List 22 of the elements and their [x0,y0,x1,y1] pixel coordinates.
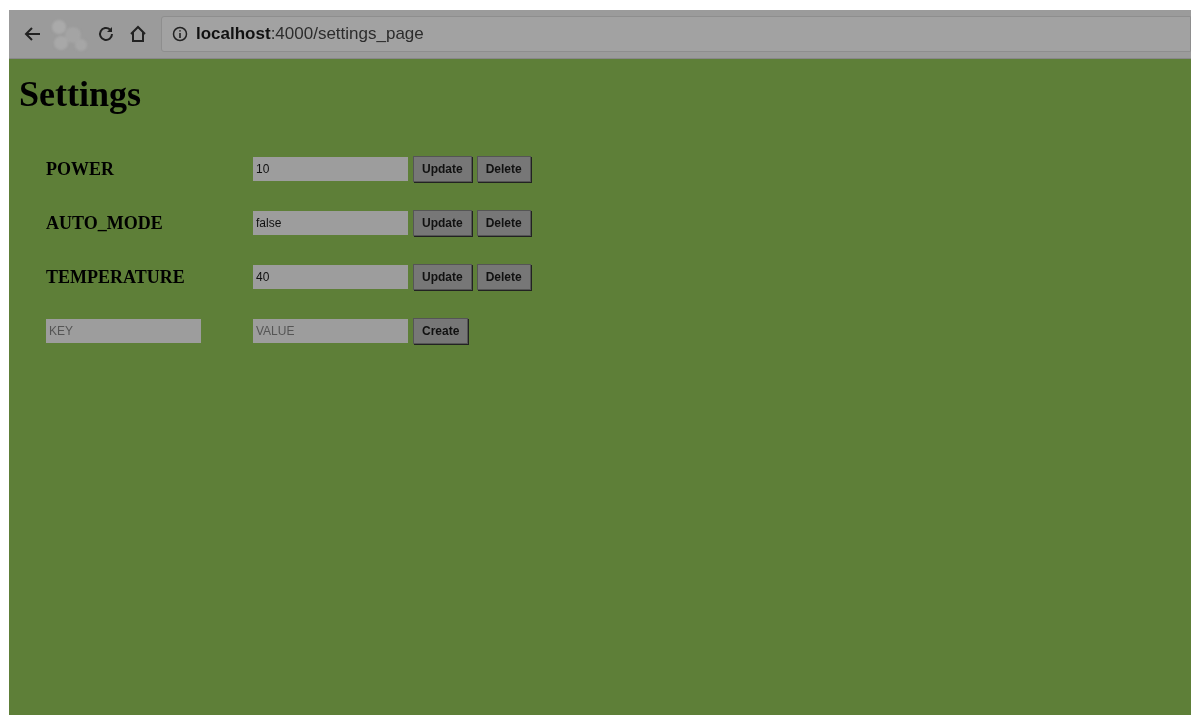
setting-key: AUTO_MODE [46,212,253,234]
update-button[interactable]: Update [413,264,472,290]
value-field[interactable]: 40 [253,265,408,289]
delete-button[interactable]: Delete [476,264,531,290]
update-button[interactable]: Update [413,156,472,182]
value-field[interactable]: VALUE [253,319,408,343]
home-icon[interactable] [129,25,147,43]
update-button[interactable]: Update [413,210,472,236]
page-title: Settings [19,73,142,115]
delete-button[interactable]: Delete [476,210,531,236]
setting-key: POWER [46,158,253,180]
delete-button[interactable]: Delete [476,156,531,182]
url-text: localhost:4000/settings_page [196,24,424,44]
value-field[interactable]: 10 [253,157,408,181]
reload-icon[interactable] [97,25,115,43]
create-button[interactable]: Create [413,318,469,344]
value-field[interactable]: false [253,211,408,235]
info-icon [172,26,188,42]
key-field[interactable]: KEY [46,319,201,343]
setting-key: TEMPERATURE [46,266,253,288]
address-bar[interactable]: localhost:4000/settings_page [161,16,1191,52]
back-icon[interactable] [23,26,41,42]
